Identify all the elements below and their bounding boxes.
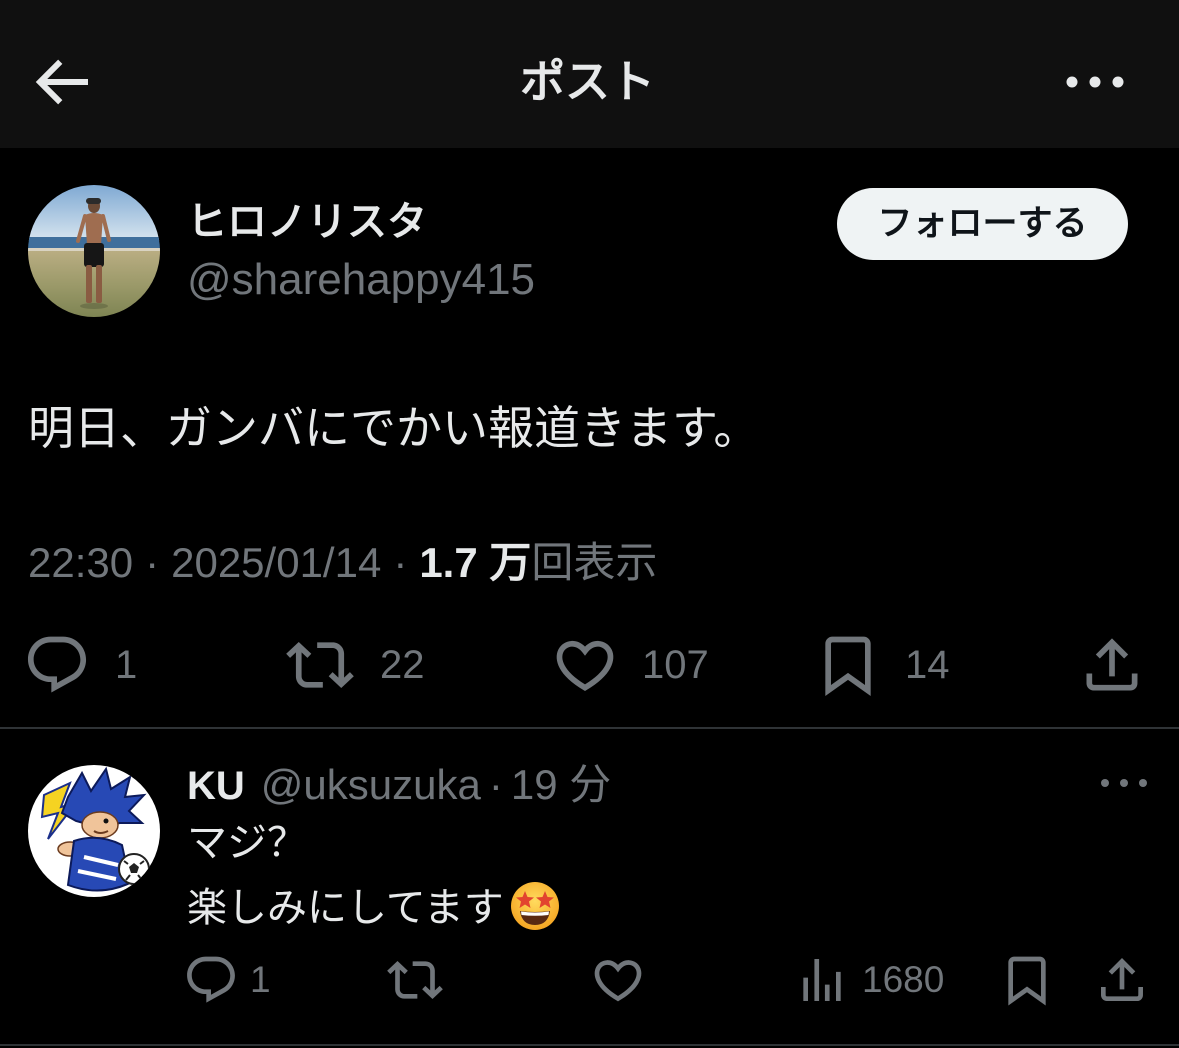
page-title: ポスト — [519, 56, 655, 107]
reply-like-button[interactable] — [590, 952, 646, 1008]
reply-author-avatar[interactable] — [28, 765, 160, 897]
post-date[interactable]: 2025/01/14 — [171, 539, 381, 586]
share-icon — [1086, 638, 1138, 691]
section-divider — [0, 1044, 1179, 1046]
bookmark-button[interactable] — [814, 631, 882, 699]
author-handle[interactable]: @sharehappy415 — [187, 256, 535, 304]
repost-count: 22 — [380, 643, 425, 687]
reply-views-button[interactable] — [794, 952, 850, 1008]
cartoon-character-avatar — [28, 765, 160, 897]
reply-reply-count: 1 — [250, 959, 271, 1000]
views-count[interactable]: 1.7 万 — [419, 539, 531, 586]
reply-text-line: 楽しみにしてます — [187, 879, 562, 933]
author-display-name[interactable]: ヒロノリスタ — [187, 198, 427, 246]
reply-icon — [27, 636, 87, 693]
share-button[interactable] — [1078, 631, 1146, 699]
views-label[interactable]: 回表示 — [531, 539, 657, 586]
meta-separator: · — [393, 539, 408, 586]
like-icon — [556, 640, 614, 691]
reply-share-button[interactable] — [1094, 952, 1150, 1008]
reply-count: 1 — [115, 643, 138, 687]
reply-header: KU @uksuzuka · 19 分 — [187, 761, 611, 819]
bookmark-icon — [1008, 956, 1046, 1006]
section-divider — [0, 727, 1179, 729]
reply-button[interactable] — [23, 631, 91, 699]
post-time[interactable]: 22:30 — [28, 539, 133, 586]
reply-reply-button[interactable] — [183, 952, 239, 1008]
top-bar: ポスト — [0, 0, 1179, 148]
bookmark-count: 14 — [905, 643, 950, 687]
more-icon — [1066, 76, 1124, 88]
author-avatar[interactable] — [28, 185, 160, 317]
meta-separator: · — [145, 539, 160, 586]
beach-photo-avatar — [28, 185, 160, 317]
reply-author-display-name[interactable]: KU — [187, 764, 245, 808]
like-button[interactable] — [551, 631, 619, 699]
post-text: 明日、ガンバにでかい報道きます。 — [28, 402, 760, 454]
reply-repost-button[interactable] — [387, 952, 443, 1008]
like-count: 107 — [642, 643, 709, 687]
more-icon — [1101, 779, 1147, 787]
post-meta: 22:30 · 2025/01/14 · 1.7 万回表示 — [28, 539, 657, 587]
reply-timestamp[interactable]: 19 分 — [511, 761, 611, 808]
share-icon — [1101, 958, 1143, 1001]
reply-author-handle[interactable]: @uksuzuka — [261, 761, 481, 808]
reply-icon — [187, 956, 235, 1003]
reply-text: 楽しみにしてます — [187, 886, 504, 930]
like-icon — [594, 960, 642, 1002]
reply-more-button[interactable] — [1098, 775, 1150, 791]
more-options-button[interactable] — [1060, 72, 1130, 92]
repost-icon — [387, 961, 443, 999]
reply-views-count: 1680 — [862, 959, 945, 1000]
repost-button[interactable] — [286, 631, 354, 699]
star-struck-emoji-icon — [508, 879, 562, 933]
reply-separator: · — [488, 761, 503, 808]
reply-bookmark-button[interactable] — [999, 952, 1055, 1008]
reply-text-line: マジ？ — [187, 821, 307, 865]
repost-icon — [286, 641, 354, 689]
views-icon — [803, 959, 841, 1001]
bookmark-icon — [825, 636, 871, 696]
follow-button[interactable]: フォローする — [837, 188, 1128, 260]
